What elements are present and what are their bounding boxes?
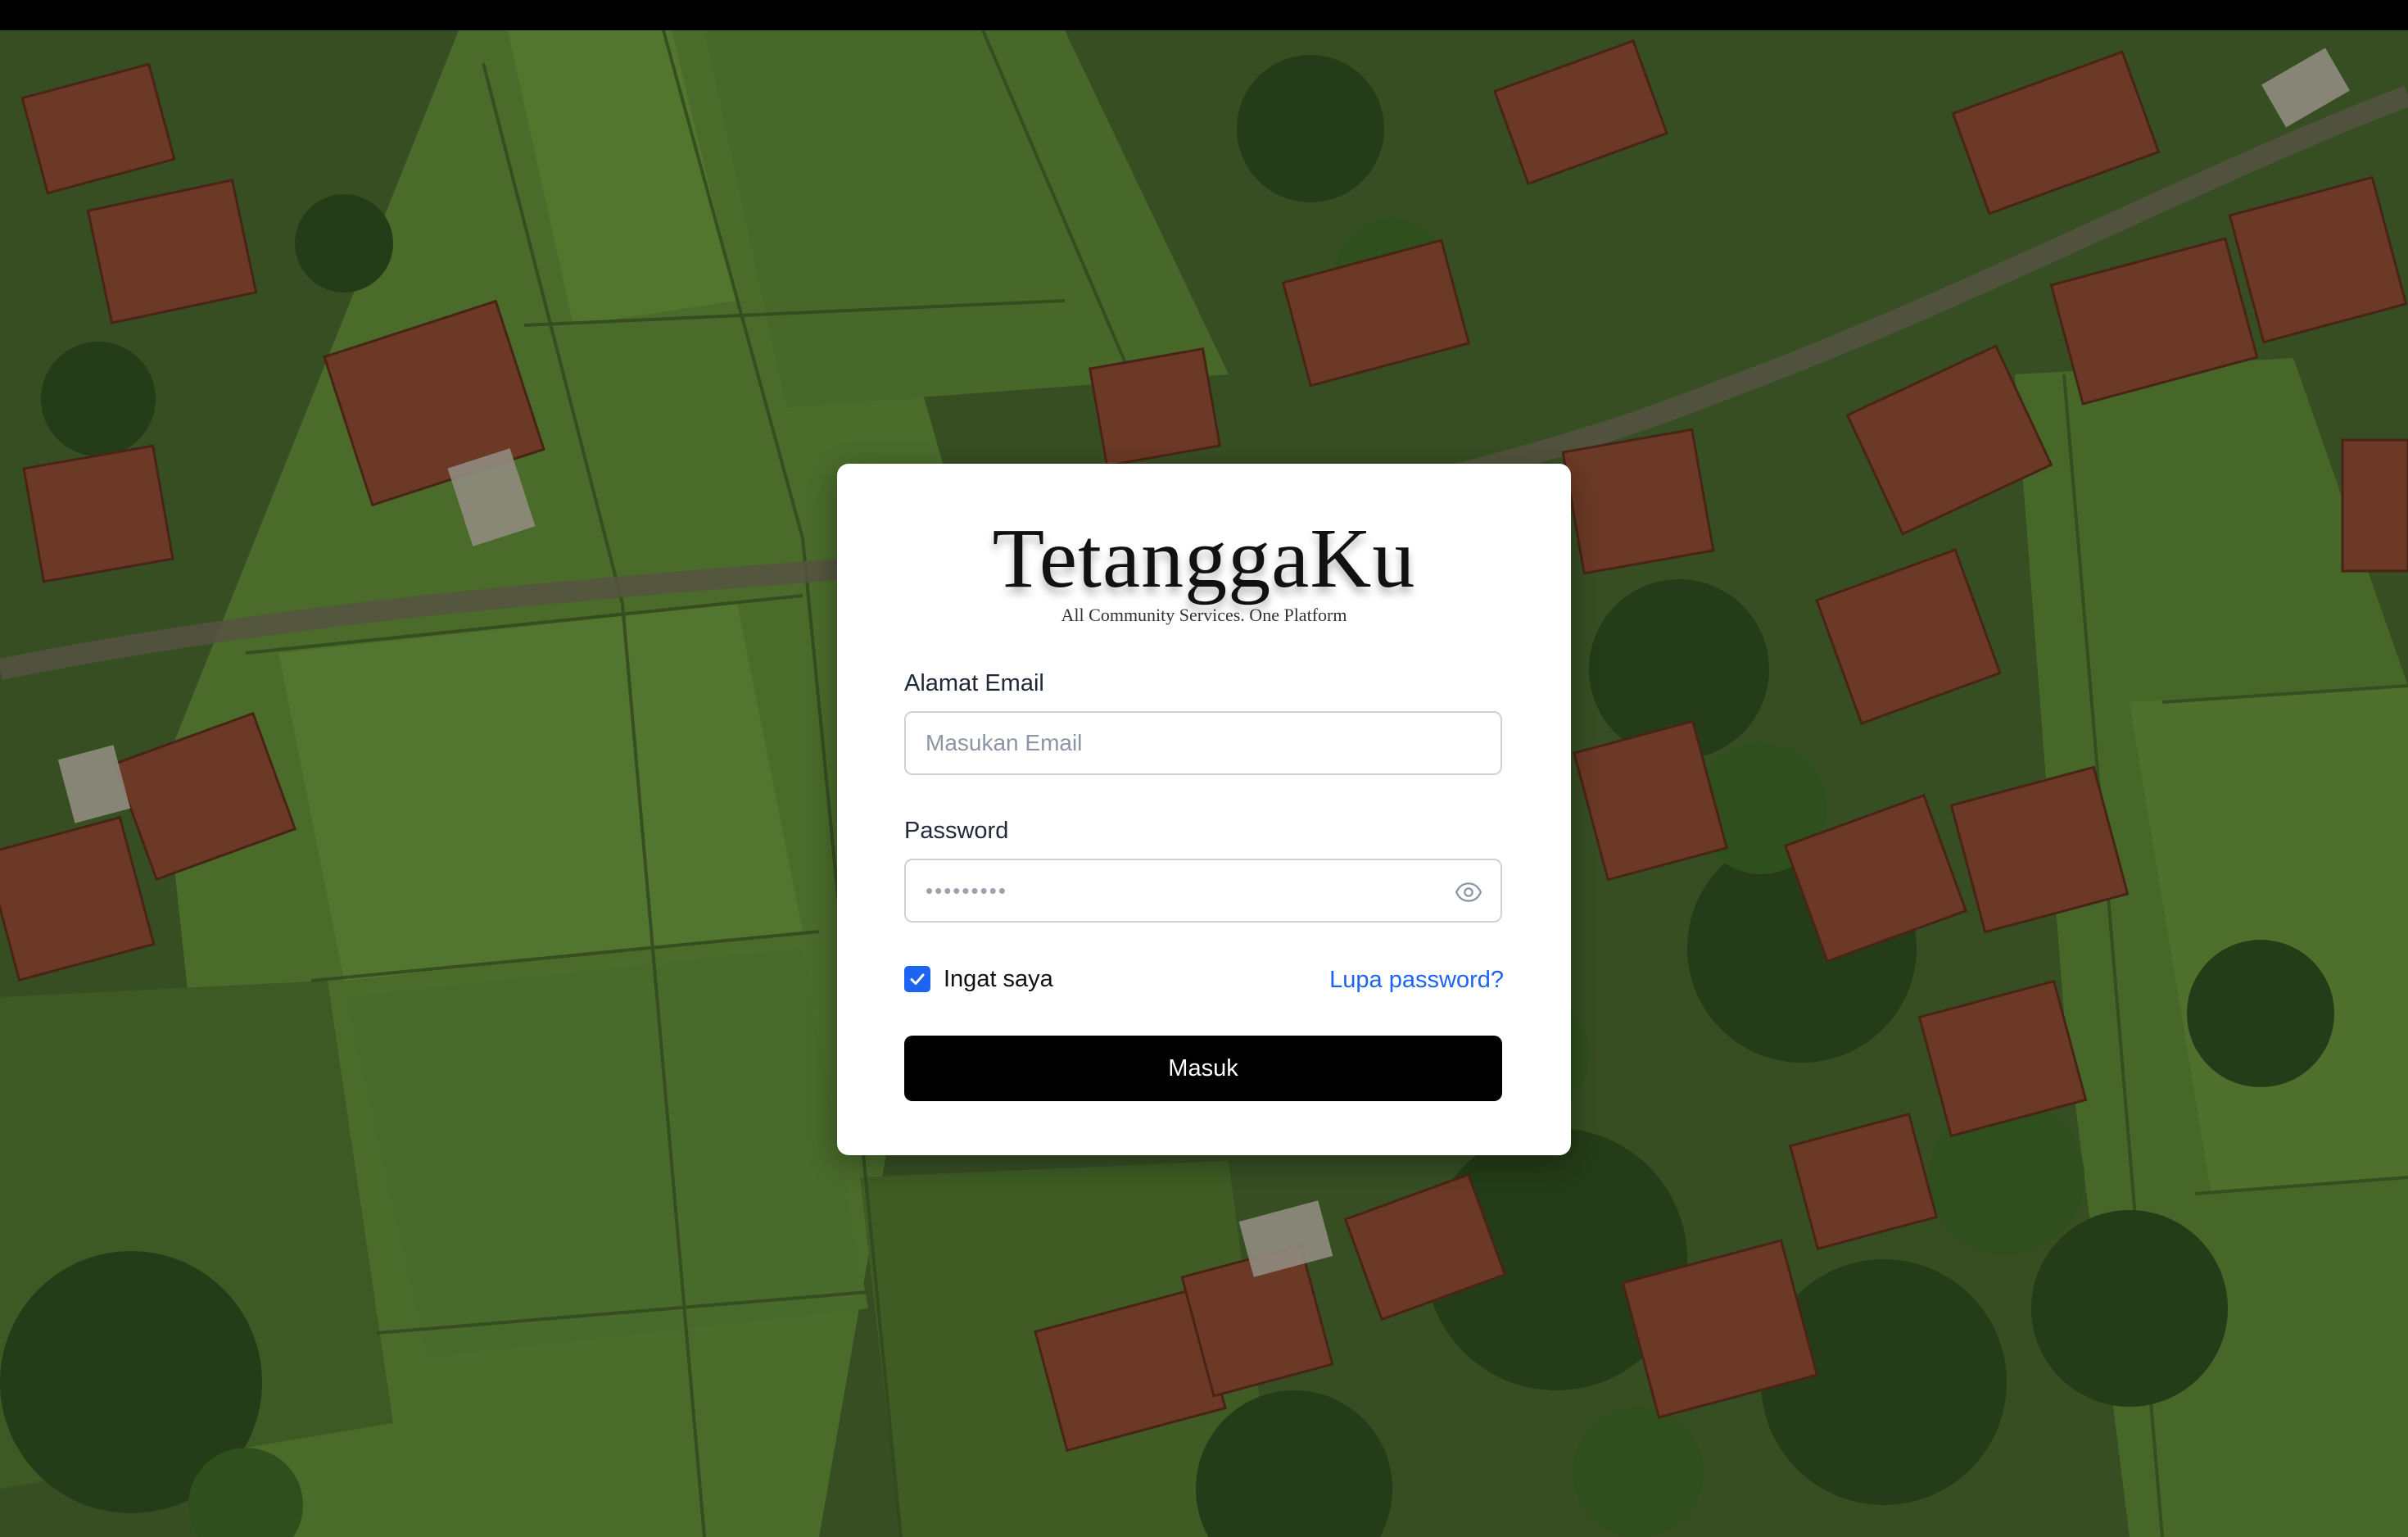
login-button[interactable]: Masuk (904, 1036, 1502, 1101)
brand-title: TetanggaKu (992, 511, 1416, 605)
eye-icon[interactable] (1455, 878, 1482, 906)
remember-me-label: Ingat saya (944, 965, 1053, 992)
check-icon (910, 973, 925, 985)
email-input[interactable] (906, 713, 1500, 773)
brand-tagline: All Community Services. One Platform (1061, 605, 1347, 625)
remember-me-checkbox[interactable] (904, 966, 930, 992)
password-input[interactable]: ••••••••• (926, 878, 1007, 904)
email-field-container (904, 711, 1502, 775)
forgot-password-link[interactable]: Lupa password? (1329, 967, 1504, 994)
login-card: TetanggaKu All Community Services. One P… (837, 464, 1571, 1155)
email-label: Alamat Email (904, 670, 1044, 696)
password-field-container: ••••••••• (904, 859, 1502, 923)
password-label: Password (904, 818, 1009, 844)
window-top-bar (0, 0, 2408, 30)
remember-me-toggle[interactable]: Ingat saya (904, 965, 1053, 993)
